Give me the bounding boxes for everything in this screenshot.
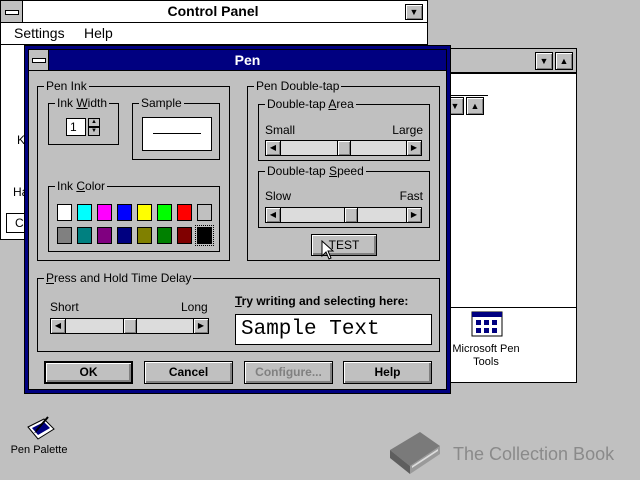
color-swatch[interactable]	[97, 227, 112, 244]
menu-bar: Settings Help	[1, 23, 427, 45]
ink-width-group: Ink Width 1 ▲ ▼	[48, 96, 119, 145]
color-swatch[interactable]	[137, 204, 152, 221]
ink-width-input[interactable]: 1	[66, 118, 86, 136]
double-tap-area-group: Double-tap Area Small Large ◀ ▶	[258, 97, 430, 161]
min-label: Slow	[265, 189, 292, 203]
pen-palette-label[interactable]: Pen Palette	[4, 444, 74, 456]
color-swatch[interactable]	[177, 204, 192, 221]
pen-dialog[interactable]: Pen Pen Ink Ink Width 1 ▲ ▼ Sample Ink C…	[24, 45, 451, 394]
window-title: Control Panel	[167, 3, 259, 19]
slider-track[interactable]	[281, 208, 406, 222]
pen-tools-label[interactable]: Microsoft Pen Tools	[445, 343, 527, 369]
ok-button[interactable]: OK	[44, 361, 133, 384]
color-swatch[interactable]	[157, 204, 172, 221]
background-window-bar: ▼ ▲	[446, 49, 576, 73]
double-tap-speed-slider[interactable]: ◀ ▶	[265, 207, 422, 223]
ink-width-stepper[interactable]: ▲ ▼	[88, 118, 100, 136]
group-label: Pen Ink	[44, 79, 89, 93]
book-icon	[390, 432, 440, 474]
divider	[446, 73, 576, 74]
mouse-pointer-icon	[321, 240, 335, 260]
double-tap-speed-group: Double-tap Speed Slow Fast ◀ ▶	[258, 164, 430, 228]
double-tap-area-slider[interactable]: ◀ ▶	[265, 140, 422, 156]
color-swatch[interactable]	[77, 227, 92, 244]
try-writing-input[interactable]: Sample Text	[235, 314, 432, 345]
max-label: Large	[392, 123, 423, 137]
system-menu-icon[interactable]	[1, 1, 23, 22]
slider-thumb[interactable]	[123, 319, 137, 333]
color-swatch[interactable]	[117, 227, 132, 244]
scroll-left-icon[interactable]: ◀	[266, 141, 281, 155]
color-swatch[interactable]	[195, 225, 214, 246]
color-swatch[interactable]	[57, 204, 72, 221]
dialog-title: Pen	[234, 52, 261, 68]
group-label: Pen Double-tap	[254, 79, 342, 93]
color-swatch[interactable]	[157, 227, 172, 244]
scroll-right-icon[interactable]: ▶	[406, 141, 421, 155]
watermark-text: The Collection Book	[453, 444, 615, 464]
group-label: Double-tap Speed	[265, 164, 366, 178]
slider-track[interactable]	[66, 319, 193, 333]
group-label: Double-tap Area	[265, 97, 356, 111]
divider	[446, 95, 488, 96]
stepper-down-icon[interactable]: ▼	[88, 127, 100, 136]
press-hold-group: Press and Hold Time Delay Short Long ◀ ▶…	[37, 271, 440, 352]
control-panel-titlebar[interactable]: Control Panel ▼	[1, 1, 427, 23]
group-label: Ink Color	[55, 179, 108, 193]
color-swatch[interactable]	[177, 227, 192, 244]
scroll-left-icon[interactable]: ◀	[266, 208, 281, 222]
scroll-up-icon[interactable]: ▲	[555, 52, 573, 70]
press-hold-slider[interactable]: ◀ ▶	[50, 318, 209, 334]
configure-button[interactable]: Configure...	[244, 361, 333, 384]
cancel-button[interactable]: Cancel	[144, 361, 233, 384]
scroll-right-icon[interactable]: ▶	[193, 319, 208, 333]
max-label: Fast	[399, 189, 423, 203]
minimize-button[interactable]: ▼	[405, 4, 423, 20]
color-swatch[interactable]	[137, 227, 152, 244]
system-menu-icon[interactable]	[29, 50, 49, 70]
min-label: Short	[50, 300, 79, 314]
help-button[interactable]: Help	[343, 361, 432, 384]
ink-color-group: Ink Color	[48, 179, 220, 252]
slider-thumb[interactable]	[344, 208, 358, 222]
slider-thumb[interactable]	[337, 141, 351, 155]
group-label: Sample	[139, 96, 184, 110]
try-writing-label: Try writing and selecting here:	[235, 294, 409, 308]
group-label: Press and Hold Time Delay	[44, 271, 194, 285]
color-swatch[interactable]	[197, 204, 212, 221]
pen-tools-icon[interactable]	[471, 311, 503, 337]
color-swatch[interactable]	[57, 227, 72, 244]
dropdown-arrow-icon[interactable]: ▼	[535, 52, 553, 70]
partial-icon: C	[6, 213, 26, 233]
sample-group: Sample	[132, 96, 220, 160]
min-label: Small	[265, 123, 296, 137]
slider-track[interactable]	[281, 141, 406, 155]
pen-palette-icon[interactable]	[24, 415, 56, 443]
max-label: Long	[181, 300, 208, 314]
menu-help[interactable]: Help	[84, 25, 113, 41]
scroll-right-icon[interactable]: ▶	[406, 208, 421, 222]
group-label: Ink Width	[55, 96, 110, 110]
pen-dialog-titlebar[interactable]: Pen	[29, 50, 446, 71]
background-window[interactable]: ▼ ▲ ▼ ▲	[445, 48, 577, 383]
divider	[446, 307, 576, 308]
color-swatch[interactable]	[117, 204, 132, 221]
pen-ink-group: Pen Ink Ink Width 1 ▲ ▼ Sample Ink Color	[37, 79, 230, 261]
pen-double-tap-group: Pen Double-tap Double-tap Area Small Lar…	[247, 79, 440, 261]
ink-sample-preview	[142, 117, 212, 151]
pen-dialog-body: Pen Pen Ink Ink Width 1 ▲ ▼ Sample Ink C…	[28, 49, 447, 390]
color-swatch[interactable]	[77, 204, 92, 221]
scroll-up-icon[interactable]: ▲	[466, 97, 484, 115]
color-swatch[interactable]	[97, 204, 112, 221]
scroll-left-icon[interactable]: ◀	[51, 319, 66, 333]
stepper-up-icon[interactable]: ▲	[88, 118, 100, 127]
sample-stroke	[153, 133, 201, 134]
menu-settings[interactable]: Settings	[14, 25, 65, 41]
